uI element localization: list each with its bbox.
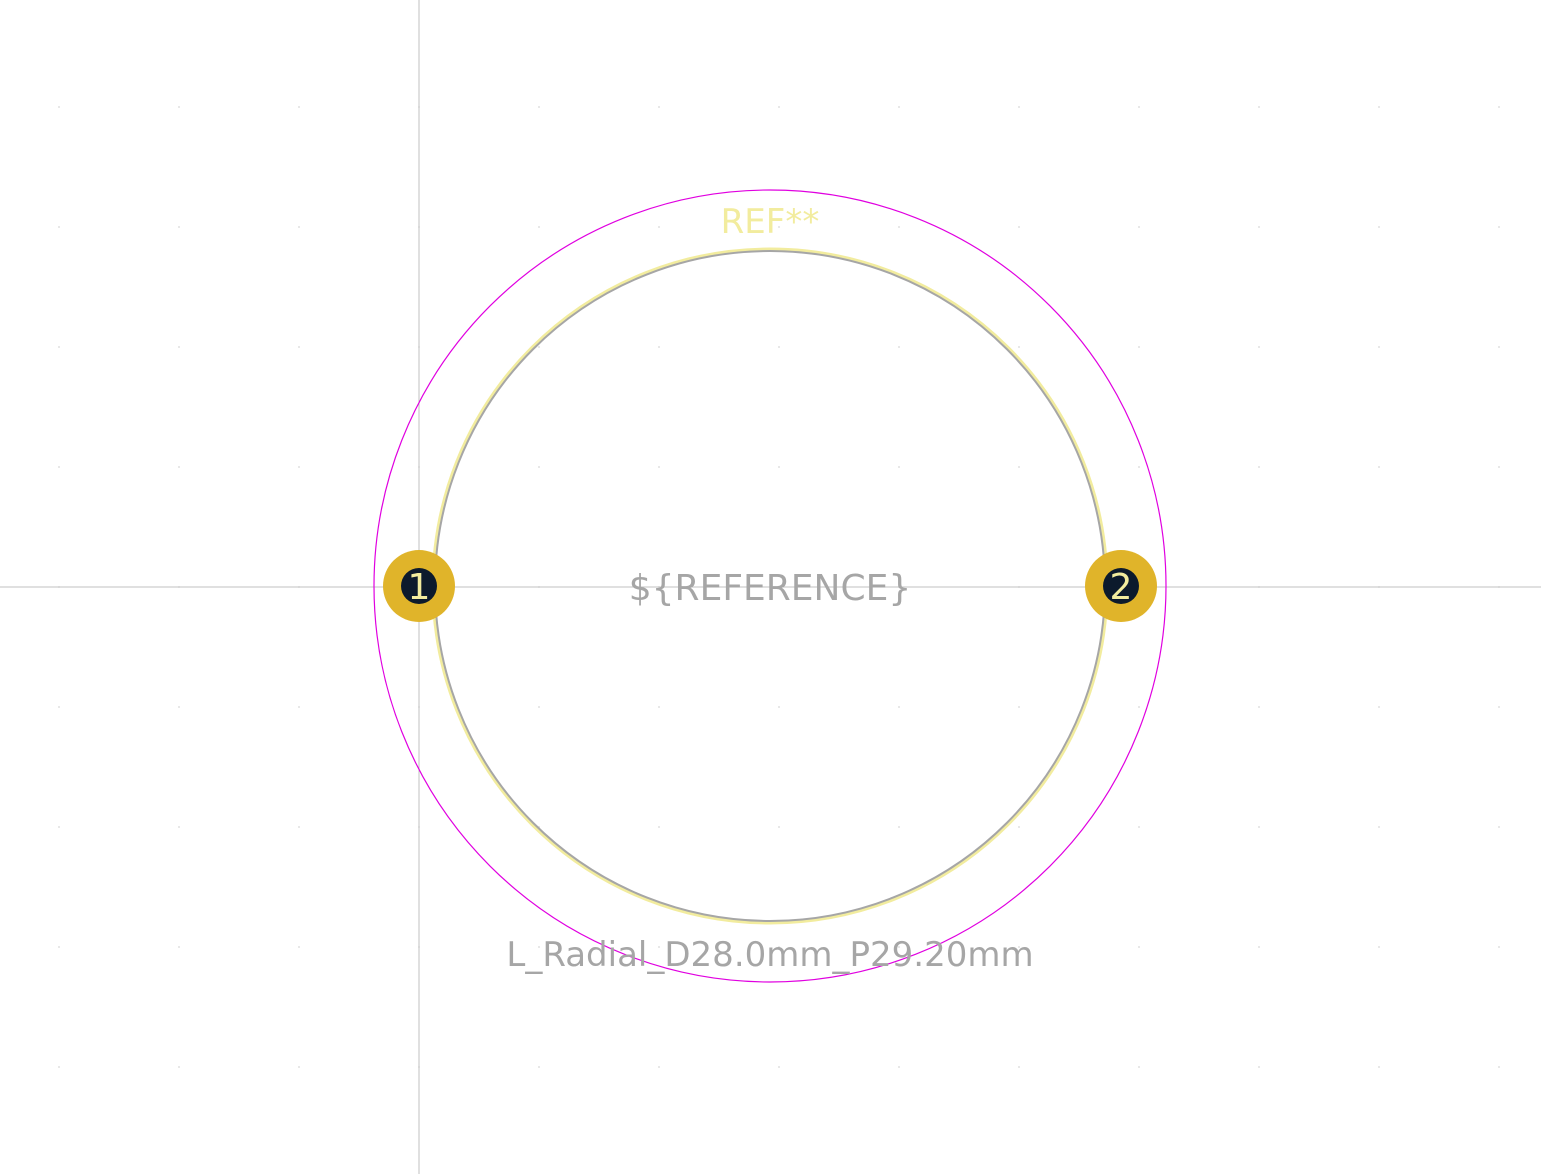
grid-dot [1018,466,1020,468]
pad-1[interactable]: 1 [383,550,455,622]
grid-dot [1138,106,1140,108]
grid-dot [178,226,180,228]
grid-dot [1498,106,1500,108]
footprint-value-label[interactable]: L_Radial_D28.0mm_P29.20mm [506,935,1033,975]
reference-field-text[interactable]: ${REFERENCE} [629,568,912,609]
grid-dot [298,1066,300,1068]
grid-dot [298,106,300,108]
grid-dot [658,346,660,348]
grid-dot [178,466,180,468]
grid-dot [1378,106,1380,108]
grid-dot [538,346,540,348]
grid-dot [658,1066,660,1068]
grid-dot [1258,826,1260,828]
grid-dot [1498,706,1500,708]
grid-dot [58,226,60,228]
grid-dot [178,706,180,708]
grid-dot [898,226,900,228]
grid-dot [1498,946,1500,948]
grid-dot [178,1066,180,1068]
grid-dot [178,346,180,348]
grid-dot [658,826,660,828]
grid-dot [1018,106,1020,108]
grid-dot [1258,1066,1260,1068]
grid-dot [658,226,660,228]
grid-dot [898,346,900,348]
grid-dot [898,826,900,828]
grid-dot [1018,346,1020,348]
grid-dot [1258,706,1260,708]
grid-dot [58,466,60,468]
grid-dot [58,946,60,948]
grid-dot [658,466,660,468]
grid-dot [1378,226,1380,228]
pad-1-number: 1 [408,567,431,608]
grid-dot [1258,466,1260,468]
grid-dot [898,1066,900,1068]
grid-dot [778,826,780,828]
grid-dot [1018,706,1020,708]
grid-dot [1018,1066,1020,1068]
grid-dot [1498,466,1500,468]
grid-dot [298,226,300,228]
grid-dot [538,106,540,108]
grid-dot [1138,1066,1140,1068]
grid-dot [298,706,300,708]
reference-label[interactable]: REF** [721,202,820,242]
grid-dot [778,1066,780,1068]
grid-dot [898,706,900,708]
grid-dot [1258,346,1260,348]
grid-dot [538,466,540,468]
grid-dot [1258,106,1260,108]
grid-dot [1138,706,1140,708]
grid-dot [1138,466,1140,468]
grid-dot [658,106,660,108]
grid-dot [778,106,780,108]
grid-dot [1018,226,1020,228]
grid-dot [1378,346,1380,348]
grid-dot [298,466,300,468]
grid-dot [1378,1066,1380,1068]
grid-dot [1378,826,1380,828]
grid-dot [178,106,180,108]
grid-dot [1498,826,1500,828]
grid-dot [178,946,180,948]
grid-dot [1498,226,1500,228]
grid-dot [298,346,300,348]
grid-dot [898,106,900,108]
pad-2[interactable]: 2 [1085,550,1157,622]
grid-dot [1378,946,1380,948]
grid-dot [58,706,60,708]
grid-dot [58,826,60,828]
grid-dot [898,466,900,468]
grid-dot [538,706,540,708]
grid-dot [1258,946,1260,948]
grid-dot [1378,466,1380,468]
grid-dot [1498,346,1500,348]
grid-dot [1258,226,1260,228]
pcb-canvas[interactable]: 1 2 REF** ${REFERENCE} L_Radial_D28.0mm_… [0,0,1541,1174]
grid-dot [298,826,300,828]
grid-dot [1138,346,1140,348]
grid-dot [778,346,780,348]
grid-dot [1018,826,1020,828]
grid-dot [178,826,180,828]
grid-dot [58,1066,60,1068]
pad-2-number: 2 [1110,567,1133,608]
grid-dot [58,346,60,348]
grid-dot [778,466,780,468]
grid-dot [58,106,60,108]
grid-dot [658,706,660,708]
grid-dot [298,946,300,948]
grid-dot [538,226,540,228]
grid-dot [1378,706,1380,708]
grid-dot [1498,1066,1500,1068]
grid-dot [778,706,780,708]
grid-dot [1138,946,1140,948]
grid-dot [1138,226,1140,228]
grid-dot [1138,826,1140,828]
grid-dot [538,1066,540,1068]
